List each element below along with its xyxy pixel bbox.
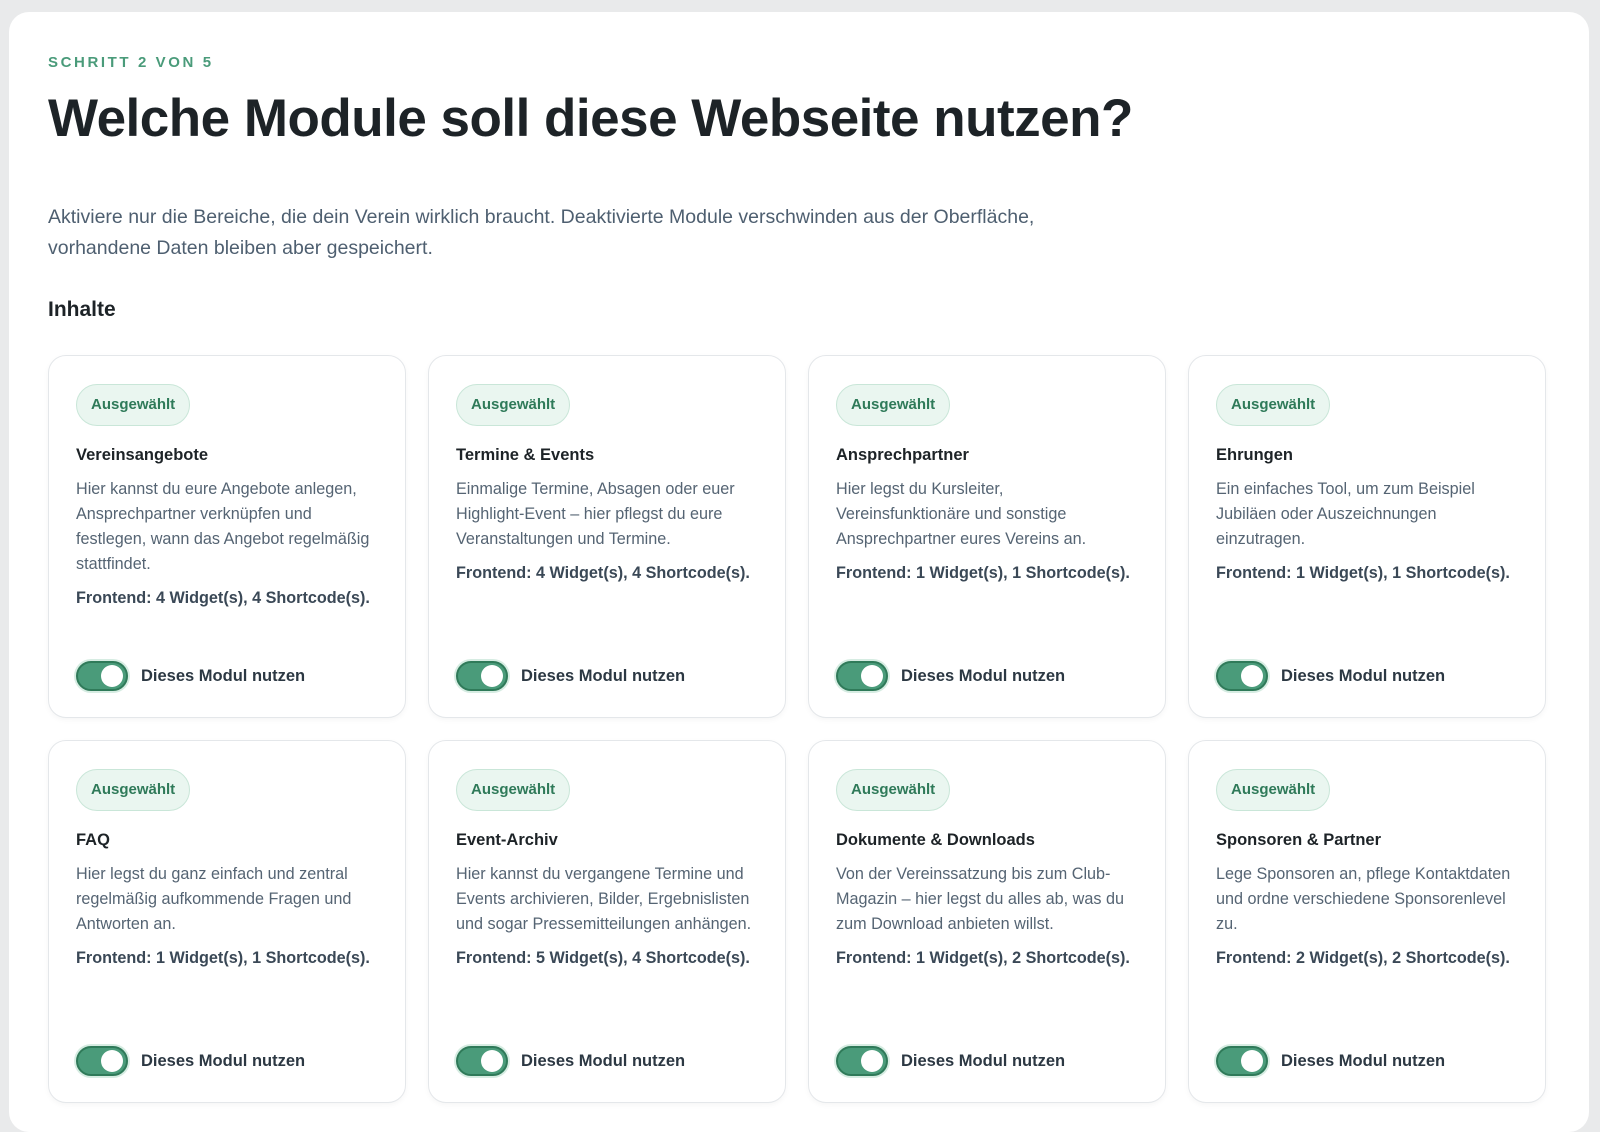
module-card: Ausgewählt FAQ Hier legst du ganz einfac… <box>48 740 406 1103</box>
module-description: Einmalige Termine, Absagen oder euer Hig… <box>456 480 735 548</box>
module-title: Vereinsangebote <box>76 446 209 464</box>
module-frontend-info: Frontend: 2 Widget(s), 2 Shortcode(s). <box>1216 949 1510 967</box>
module-frontend-info: Frontend: 1 Widget(s), 1 Shortcode(s). <box>836 564 1130 582</box>
selected-badge: Ausgewählt <box>456 769 571 811</box>
module-grid: Ausgewählt Vereinsangebote Hier kannst d… <box>48 355 1548 1103</box>
module-title: FAQ <box>76 831 110 849</box>
module-title: Ansprechpartner <box>836 446 969 464</box>
module-frontend-info: Frontend: 1 Widget(s), 2 Shortcode(s). <box>836 949 1130 967</box>
module-toggle-row[interactable]: Dieses Modul nutzen <box>76 1046 305 1076</box>
intro-text: Aktiviere nur die Bereiche, die dein Ver… <box>48 206 1035 259</box>
toggle-knob <box>481 1050 503 1072</box>
toggle-knob <box>861 1050 883 1072</box>
module-description: Hier kannst du vergangene Termine und Ev… <box>456 865 752 933</box>
module-toggle-row[interactable]: Dieses Modul nutzen <box>456 661 685 691</box>
module-toggle-switch[interactable] <box>836 661 888 691</box>
module-description: Hier legst du ganz einfach und zentral r… <box>76 865 352 933</box>
module-toggle-label[interactable]: Dieses Modul nutzen <box>521 667 685 686</box>
selected-badge: Ausgewählt <box>1216 769 1331 811</box>
module-description: Von der Vereinssatzung bis zum Club-Maga… <box>836 865 1124 933</box>
module-toggle-row[interactable]: Dieses Modul nutzen <box>76 661 305 691</box>
selected-badge: Ausgewählt <box>76 769 191 811</box>
module-toggle-switch[interactable] <box>76 661 128 691</box>
module-toggle-switch[interactable] <box>456 1046 508 1076</box>
page-title: Welche Module soll diese Webseite nutzen… <box>48 89 1133 148</box>
module-toggle-switch[interactable] <box>76 1046 128 1076</box>
module-toggle-row[interactable]: Dieses Modul nutzen <box>836 1046 1065 1076</box>
module-card: Ausgewählt Vereinsangebote Hier kannst d… <box>48 355 406 718</box>
module-title: Sponsoren & Partner <box>1216 831 1382 849</box>
toggle-knob <box>1241 665 1263 687</box>
module-title: Event-Archiv <box>456 831 558 849</box>
module-toggle-row[interactable]: Dieses Modul nutzen <box>456 1046 685 1076</box>
toggle-knob <box>1241 1050 1263 1072</box>
module-frontend-info: Frontend: 1 Widget(s), 1 Shortcode(s). <box>76 949 370 967</box>
module-toggle-label[interactable]: Dieses Modul nutzen <box>521 1052 685 1071</box>
module-toggle-switch[interactable] <box>456 661 508 691</box>
module-title: Termine & Events <box>456 446 595 464</box>
module-toggle-switch[interactable] <box>1216 661 1268 691</box>
module-frontend-info: Frontend: 1 Widget(s), 1 Shortcode(s). <box>1216 564 1510 582</box>
module-description: Ein einfaches Tool, um zum Beispiel Jubi… <box>1216 480 1475 548</box>
module-toggle-label[interactable]: Dieses Modul nutzen <box>141 1052 305 1071</box>
module-toggle-label[interactable]: Dieses Modul nutzen <box>1281 667 1445 686</box>
module-toggle-label[interactable]: Dieses Modul nutzen <box>901 1052 1065 1071</box>
selected-badge: Ausgewählt <box>1216 384 1331 426</box>
module-card: Ausgewählt Dokumente & Downloads Von der… <box>808 740 1166 1103</box>
selected-badge: Ausgewählt <box>456 384 571 426</box>
module-frontend-info: Frontend: 4 Widget(s), 4 Shortcode(s). <box>456 564 750 582</box>
module-toggle-row[interactable]: Dieses Modul nutzen <box>1216 1046 1445 1076</box>
step-indicator: SCHRITT 2 VON 5 <box>48 54 214 71</box>
module-toggle-switch[interactable] <box>836 1046 888 1076</box>
module-description: Hier legst du Kursleiter, Vereinsfunktio… <box>836 480 1087 548</box>
module-card: Ausgewählt Ansprechpartner Hier legst du… <box>808 355 1166 718</box>
module-toggle-switch[interactable] <box>1216 1046 1268 1076</box>
toggle-knob <box>481 665 503 687</box>
toggle-knob <box>101 665 123 687</box>
selected-badge: Ausgewählt <box>76 384 191 426</box>
module-toggle-label[interactable]: Dieses Modul nutzen <box>141 667 305 686</box>
selected-badge: Ausgewählt <box>836 384 951 426</box>
module-card: Ausgewählt Termine & Events Einmalige Te… <box>428 355 786 718</box>
selected-badge: Ausgewählt <box>836 769 951 811</box>
toggle-knob <box>861 665 883 687</box>
module-title: Dokumente & Downloads <box>836 831 1035 849</box>
module-frontend-info: Frontend: 5 Widget(s), 4 Shortcode(s). <box>456 949 750 967</box>
module-card: Ausgewählt Ehrungen Ein einfaches Tool, … <box>1188 355 1546 718</box>
module-toggle-row[interactable]: Dieses Modul nutzen <box>1216 661 1445 691</box>
section-title: Inhalte <box>48 298 116 321</box>
module-title: Ehrungen <box>1216 446 1293 464</box>
module-toggle-label[interactable]: Dieses Modul nutzen <box>901 667 1065 686</box>
module-toggle-label[interactable]: Dieses Modul nutzen <box>1281 1052 1445 1071</box>
module-card: Ausgewählt Event-Archiv Hier kannst du v… <box>428 740 786 1103</box>
module-description: Lege Sponsoren an, pflege Kontaktdaten u… <box>1216 865 1511 933</box>
module-frontend-info: Frontend: 4 Widget(s), 4 Shortcode(s). <box>76 589 370 607</box>
toggle-knob <box>101 1050 123 1072</box>
module-card: Ausgewählt Sponsoren & Partner Lege Spon… <box>1188 740 1546 1103</box>
module-toggle-row[interactable]: Dieses Modul nutzen <box>836 661 1065 691</box>
module-description: Hier kannst du eure Angebote anlegen, An… <box>76 480 370 573</box>
